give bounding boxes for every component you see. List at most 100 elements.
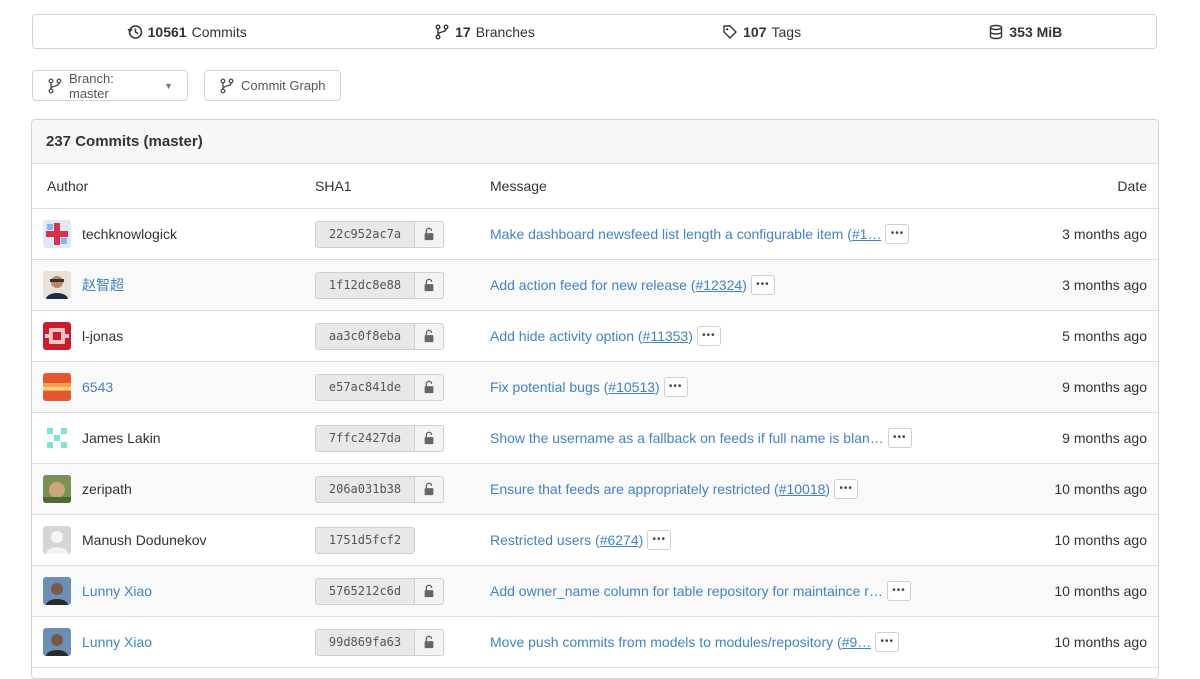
author-cell: Lunny Xiao	[32, 565, 315, 617]
commit-message[interactable]: Ensure that feeds are appropriately rest…	[490, 481, 830, 497]
unlock-icon	[414, 476, 443, 502]
expand-message-button[interactable]: •••	[886, 581, 911, 601]
pull-request-link[interactable]: #10513	[608, 379, 655, 395]
unlock-icon	[414, 221, 443, 247]
commit-message-end: )	[655, 379, 660, 395]
sha-value: 7ffc2427da	[328, 431, 402, 445]
commit-message-text: Add action feed for new release (	[490, 277, 696, 293]
commit-date: 10 months ago	[977, 616, 1158, 668]
repo-stats-bar: 10561 Commits 17 Branches 107 Tags 353 M…	[32, 14, 1157, 49]
commit-message[interactable]: Make dashboard newsfeed list length a co…	[490, 226, 881, 242]
sha-value: 1751d5fcf2	[328, 533, 402, 547]
commit-message-text: Add owner_name column for table reposito…	[490, 583, 883, 599]
message-cell: Add hide activity option (#11353) •••	[490, 310, 977, 362]
commit-message-text: Ensure that feeds are appropriately rest…	[490, 481, 779, 497]
branch-dropdown[interactable]: Branch: master ▼	[32, 70, 188, 101]
commit-message[interactable]: Add owner_name column for table reposito…	[490, 583, 883, 599]
author-cell: Lunny Xiao	[32, 616, 315, 668]
expand-message-button[interactable]: •••	[696, 326, 721, 346]
author-name: Manush Dodunekov	[82, 532, 207, 548]
commit-message-text: Add hide activity option (	[490, 328, 643, 344]
commit-date: 3 months ago	[977, 208, 1158, 260]
commit-message[interactable]: Add hide activity option (#11353)	[490, 328, 693, 344]
avatar[interactable]	[43, 322, 71, 350]
commit-message[interactable]: Show the username as a fallback on feeds…	[490, 430, 884, 446]
table-row: l-jonas aa3c0f8eba Add hide activity optio…	[32, 310, 1158, 362]
avatar[interactable]	[43, 475, 71, 503]
pull-request-link[interactable]: #11353	[643, 328, 689, 344]
commits-panel-title: 237 Commits (master)	[32, 120, 1158, 164]
commits-stat[interactable]: 10561 Commits	[127, 24, 247, 40]
sha-cell: aa3c0f8eba	[315, 310, 490, 362]
expand-message-button[interactable]: •••	[875, 632, 900, 652]
branches-stat[interactable]: 17 Branches	[434, 24, 535, 40]
history-icon	[127, 24, 143, 40]
branches-label: Branches	[475, 23, 535, 40]
expand-message-button[interactable]: •••	[887, 428, 912, 448]
pull-request-link[interactable]: #1…	[852, 226, 882, 242]
pull-request-link[interactable]: #6274	[600, 532, 639, 548]
avatar[interactable]	[43, 628, 71, 656]
branches-count: 17	[455, 23, 471, 40]
commit-message-text: Show the username as a fallback on feeds…	[490, 430, 884, 446]
commit-date: 10 months ago	[977, 565, 1158, 617]
author-name[interactable]: 6543	[82, 379, 113, 395]
expand-message-button[interactable]: •••	[647, 530, 672, 550]
commit-message[interactable]: Fix potential bugs (#10513)	[490, 379, 660, 395]
sha-button[interactable]: 22c952ac7a	[315, 220, 444, 248]
table-row: James Lakin 7ffc2427da Show the username a…	[32, 412, 1158, 464]
sha-value: 22c952ac7a	[328, 227, 402, 241]
author-cell: techknowlogick	[32, 208, 315, 260]
commit-message-text: Fix potential bugs (	[490, 379, 609, 395]
commit-message[interactable]: Restricted users (#6274)	[490, 532, 643, 548]
avatar[interactable]	[43, 220, 71, 248]
sha-button[interactable]: e57ac841de	[315, 373, 444, 401]
commits-count: 10561	[147, 23, 187, 40]
author-name[interactable]: 赵智超	[82, 275, 124, 295]
commit-message[interactable]: Move push commits from models to modules…	[490, 634, 871, 650]
expand-message-button[interactable]: •••	[834, 479, 859, 499]
commit-graph-button[interactable]: Commit Graph	[204, 70, 341, 101]
sha-cell: 22c952ac7a	[315, 208, 490, 260]
sha-button[interactable]: 1f12dc8e88	[315, 271, 444, 299]
table-row: Manush Dodunekov 1751d5fcf2 Restricted use…	[32, 514, 1158, 566]
commit-message-end: )	[742, 277, 747, 293]
author-name: techknowlogick	[82, 226, 177, 242]
tags-stat[interactable]: 107 Tags	[722, 24, 801, 40]
unlock-icon	[414, 374, 443, 400]
sha-button[interactable]: aa3c0f8eba	[315, 322, 444, 350]
expand-message-button[interactable]: •••	[750, 275, 775, 295]
expand-message-button[interactable]: •••	[885, 224, 910, 244]
author-name[interactable]: Lunny Xiao	[82, 583, 152, 599]
sha-cell: 1751d5fcf2	[315, 514, 490, 566]
message-cell: Add action feed for new release (#12324)…	[490, 259, 977, 311]
table-header-row: Author SHA1 Message Date	[32, 164, 1158, 209]
unlock-icon	[414, 425, 443, 451]
date-column-header: Date	[977, 164, 1158, 209]
author-name[interactable]: Lunny Xiao	[82, 634, 152, 650]
pull-request-link[interactable]: #10018	[779, 481, 826, 497]
message-cell: Move push commits from models to modules…	[490, 616, 977, 668]
avatar[interactable]	[43, 424, 71, 452]
avatar[interactable]	[43, 271, 71, 299]
unlock-icon	[414, 323, 443, 349]
avatar[interactable]	[43, 526, 71, 554]
avatar[interactable]	[43, 373, 71, 401]
sha-cell: 7ffc2427da	[315, 412, 490, 464]
commits-label: Commits	[191, 23, 247, 40]
pull-request-link[interactable]: #9…	[842, 634, 872, 650]
avatar[interactable]	[43, 577, 71, 605]
table-row: techknowlogick 22c952ac7a Make dashboard n…	[32, 208, 1158, 260]
sha-button[interactable]: 7ffc2427da	[315, 424, 444, 452]
commit-date: 10 months ago	[977, 463, 1158, 515]
sha-button[interactable]: 5765212c6d	[315, 577, 444, 605]
expand-message-button[interactable]: •••	[663, 377, 688, 397]
sha-button[interactable]: 1751d5fcf2	[315, 526, 415, 554]
commit-message[interactable]: Add action feed for new release (#12324)	[490, 277, 747, 293]
commit-message-end: )	[638, 532, 644, 548]
pull-request-link[interactable]: #12324	[695, 277, 742, 293]
commit-message-text: Make dashboard newsfeed list length a co…	[490, 226, 852, 242]
sha-button[interactable]: 206a031b38	[315, 475, 444, 503]
message-cell: Add owner_name column for table reposito…	[490, 565, 977, 617]
sha-button[interactable]: 99d869fa63	[315, 628, 444, 656]
